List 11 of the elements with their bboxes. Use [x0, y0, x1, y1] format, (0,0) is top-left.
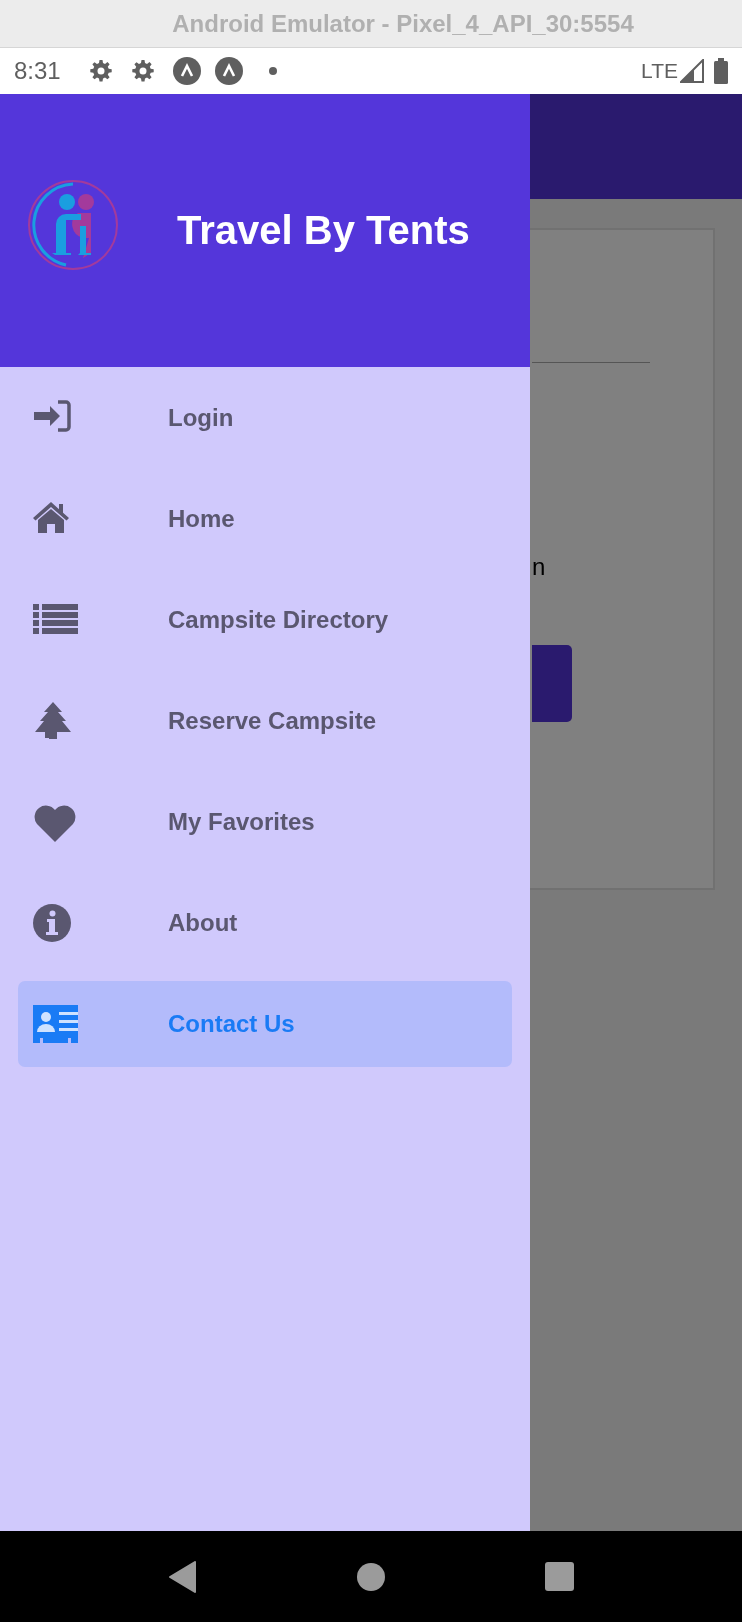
drawer-item[interactable]: Campsite Directory — [18, 576, 512, 663]
drawer-item[interactable]: Reserve Campsite — [18, 677, 512, 764]
clock-time: 8:31 — [14, 57, 61, 85]
app-title: Travel By Tents — [177, 208, 470, 253]
network-type: LTE — [641, 59, 678, 83]
drawer-item[interactable]: Home — [18, 475, 512, 562]
drawer-item[interactable]: Login — [18, 374, 512, 461]
checkbox-label: n — [532, 553, 546, 581]
drawer-item[interactable]: My Favorites — [18, 778, 512, 865]
window-title: Android Emulator - Pixel_4_API_30:5554 — [172, 9, 634, 38]
drawer-item[interactable]: About — [18, 879, 512, 966]
